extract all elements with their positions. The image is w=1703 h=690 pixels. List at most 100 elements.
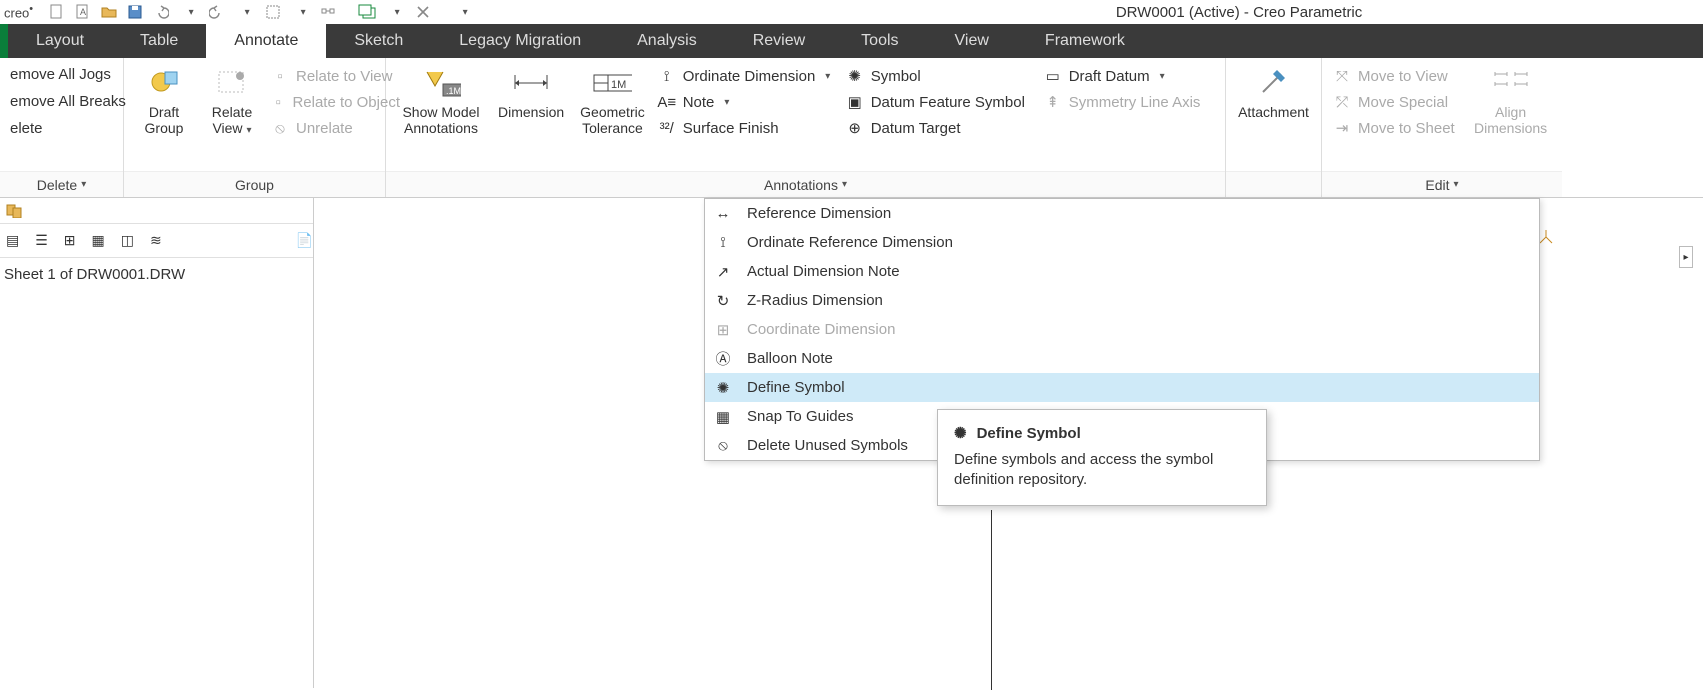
redo-dropdown-icon[interactable]: ▾: [237, 2, 257, 22]
tab-review[interactable]: Review: [725, 24, 833, 58]
tab-analysis[interactable]: Analysis: [609, 24, 725, 58]
geometric-tolerance-button[interactable]: 1M Geometric Tolerance: [576, 62, 649, 138]
app-logo: creo•: [4, 3, 33, 20]
quick-access-toolbar: creo• A ▾ ▾ ▾ ▾ ▾: [0, 2, 475, 22]
tree-icon[interactable]: ▤: [6, 232, 19, 249]
menu-define-symbol[interactable]: ✺Define Symbol: [705, 373, 1539, 402]
tab-table[interactable]: Table: [112, 24, 206, 58]
draft-group-button[interactable]: Draft Group: [134, 62, 194, 138]
ordinate-dimension-button[interactable]: ⟟Ordinate Dimension▾: [657, 66, 837, 86]
relate-to-object-button[interactable]: ▫Relate to Object: [270, 92, 400, 112]
windows-dropdown-icon[interactable]: ▾: [387, 2, 407, 22]
note-icon: A≡: [657, 92, 677, 112]
z-radius-icon: ↻: [713, 291, 733, 311]
model-tree-panel: ▤ ☰ ⊞ ▦ ◫ ≋ 📄 Sheet 1 of DRW0001.DRW: [0, 198, 314, 688]
tab-annotate[interactable]: Annotate: [206, 24, 326, 58]
annotations-group-label[interactable]: Annotations▾: [386, 171, 1225, 197]
drawing-vertical-line: [991, 510, 992, 690]
unrelate-button[interactable]: ⦸Unrelate: [270, 118, 400, 138]
symbol-icon: ✺: [845, 66, 865, 86]
symbol-button[interactable]: ✺Symbol: [845, 66, 1035, 86]
menu-ordinate-reference-dimension[interactable]: ⟟Ordinate Reference Dimension: [705, 228, 1539, 257]
sheet-entry[interactable]: Sheet 1 of DRW0001.DRW: [0, 258, 313, 291]
tree-expand-icon[interactable]: ☰: [35, 232, 48, 249]
delete-group-label[interactable]: Delete▾: [0, 171, 123, 197]
tab-view[interactable]: View: [927, 24, 1017, 58]
ordinate-dimension-icon: ⟟: [657, 66, 677, 86]
move-to-view-button[interactable]: ⤧Move to View: [1332, 66, 1462, 86]
align-dimensions-button[interactable]: Align Dimensions: [1470, 62, 1551, 138]
reference-dimension-icon: ↔: [713, 204, 733, 224]
svg-text:1M: 1M: [611, 79, 626, 91]
delete-unused-symbols-icon: ⦸: [713, 436, 733, 456]
save-icon[interactable]: [125, 2, 145, 22]
tooltip: ✺Define Symbol Define symbols and access…: [937, 409, 1267, 506]
qat-customize-icon[interactable]: ▾: [455, 2, 475, 22]
new-icon[interactable]: [47, 2, 67, 22]
tooltip-description: Define symbols and access the symbol def…: [954, 450, 1250, 491]
move-to-sheet-button[interactable]: ⇥Move to Sheet: [1332, 118, 1462, 138]
menu-coordinate-dimension: ⊞Coordinate Dimension: [705, 315, 1539, 344]
undo-icon[interactable]: [151, 2, 171, 22]
draft-datum-button[interactable]: ▭Draft Datum▾: [1043, 66, 1213, 86]
windows-icon[interactable]: [357, 2, 377, 22]
move-to-sheet-icon: ⇥: [1332, 118, 1352, 138]
regen-icon[interactable]: [319, 2, 339, 22]
tree-columns-icon[interactable]: ▦: [92, 232, 105, 249]
actual-dimension-note-icon: ↗: [713, 262, 733, 282]
menu-z-radius-dimension[interactable]: ↻Z-Radius Dimension: [705, 286, 1539, 315]
remove-all-breaks-button[interactable]: emove All Breaks: [10, 93, 126, 110]
open-icon[interactable]: [99, 2, 119, 22]
menu-actual-dimension-note[interactable]: ↗Actual Dimension Note: [705, 257, 1539, 286]
datum-feature-icon: ▣: [845, 92, 865, 112]
tree-tabs-icon[interactable]: [6, 204, 26, 218]
edit-group-label[interactable]: Edit▾: [1322, 171, 1562, 197]
selection-icon[interactable]: [263, 2, 283, 22]
show-model-annotations-button[interactable]: .1M Show Model Annotations: [396, 62, 486, 138]
surface-finish-icon: ³²/: [657, 118, 677, 138]
delete-button[interactable]: elete: [10, 120, 43, 137]
redo-icon[interactable]: [207, 2, 227, 22]
tab-file[interactable]: [0, 24, 8, 58]
close-window-icon[interactable]: [413, 2, 433, 22]
tree-filter-icon[interactable]: ◫: [121, 232, 134, 249]
menu-reference-dimension[interactable]: ↔Reference Dimension: [705, 199, 1539, 228]
new-a-icon[interactable]: A: [73, 2, 93, 22]
remove-all-jogs-button[interactable]: emove All Jogs: [10, 66, 111, 83]
attachment-icon: [1254, 64, 1294, 102]
tooltip-title: Define Symbol: [977, 425, 1081, 442]
content-area: ▤ ☰ ⊞ ▦ ◫ ≋ 📄 Sheet 1 of DRW0001.DRW ↔Re…: [0, 198, 1703, 688]
define-symbol-icon: ✺: [713, 378, 733, 398]
datum-target-button[interactable]: ⊕Datum Target: [845, 118, 1035, 138]
tab-sketch[interactable]: Sketch: [326, 24, 431, 58]
dimension-icon: [511, 64, 551, 102]
relate-to-view-button[interactable]: ▫Relate to View: [270, 66, 400, 86]
undo-dropdown-icon[interactable]: ▾: [181, 2, 201, 22]
move-special-icon: ⤱: [1332, 92, 1352, 112]
attachment-button[interactable]: Attachment: [1236, 62, 1311, 122]
tab-layout[interactable]: Layout: [8, 24, 112, 58]
tree-collapse-icon[interactable]: ⊞: [64, 232, 76, 249]
show-model-annotations-icon: .1M: [421, 64, 461, 102]
surface-finish-button[interactable]: ³²/Surface Finish: [657, 118, 837, 138]
menu-balloon-note[interactable]: ⒶBalloon Note: [705, 344, 1539, 373]
group-group-label: Group: [124, 171, 385, 197]
drawing-canvas[interactable]: ↔Reference Dimension ⟟Ordinate Reference…: [314, 198, 1703, 688]
symmetry-line-axis-button[interactable]: ⇞Symmetry Line Axis: [1043, 92, 1213, 112]
unrelate-icon: ⦸: [270, 118, 290, 138]
ribbon: emove All Jogs emove All Breaks elete De…: [0, 58, 1703, 198]
tab-framework[interactable]: Framework: [1017, 24, 1153, 58]
tree-settings-icon[interactable]: 📄: [296, 232, 313, 249]
tab-tools[interactable]: Tools: [833, 24, 926, 58]
move-special-button[interactable]: ⤱Move Special: [1332, 92, 1462, 112]
tree-layers-icon[interactable]: ≋: [150, 232, 162, 249]
geometric-tolerance-icon: 1M: [592, 64, 632, 102]
relate-view-button[interactable]: Relate View▾: [202, 62, 262, 139]
move-to-view-icon: ⤧: [1332, 66, 1352, 86]
tab-legacy-migration[interactable]: Legacy Migration: [431, 24, 609, 58]
expand-handle[interactable]: ▸: [1679, 246, 1693, 268]
note-button[interactable]: A≡Note▾: [657, 92, 837, 112]
datum-feature-symbol-button[interactable]: ▣Datum Feature Symbol: [845, 92, 1035, 112]
selection-dropdown-icon[interactable]: ▾: [293, 2, 313, 22]
dimension-button[interactable]: Dimension: [494, 62, 568, 122]
